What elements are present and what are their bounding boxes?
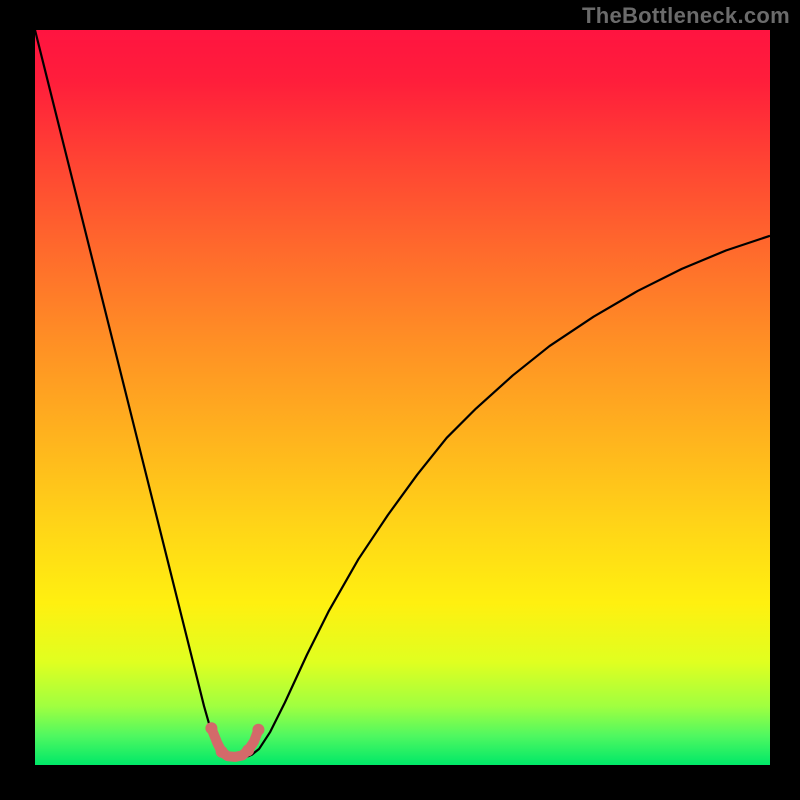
sweet-spot-dot: [252, 724, 264, 736]
bottleneck-chart: [0, 0, 800, 800]
sweet-spot-dot: [216, 746, 228, 758]
sweet-spot-dot: [205, 722, 217, 734]
chart-background-gradient: [35, 30, 770, 765]
watermark-text: TheBottleneck.com: [582, 3, 790, 29]
chart-frame: TheBottleneck.com: [0, 0, 800, 800]
sweet-spot-dot: [242, 744, 254, 756]
